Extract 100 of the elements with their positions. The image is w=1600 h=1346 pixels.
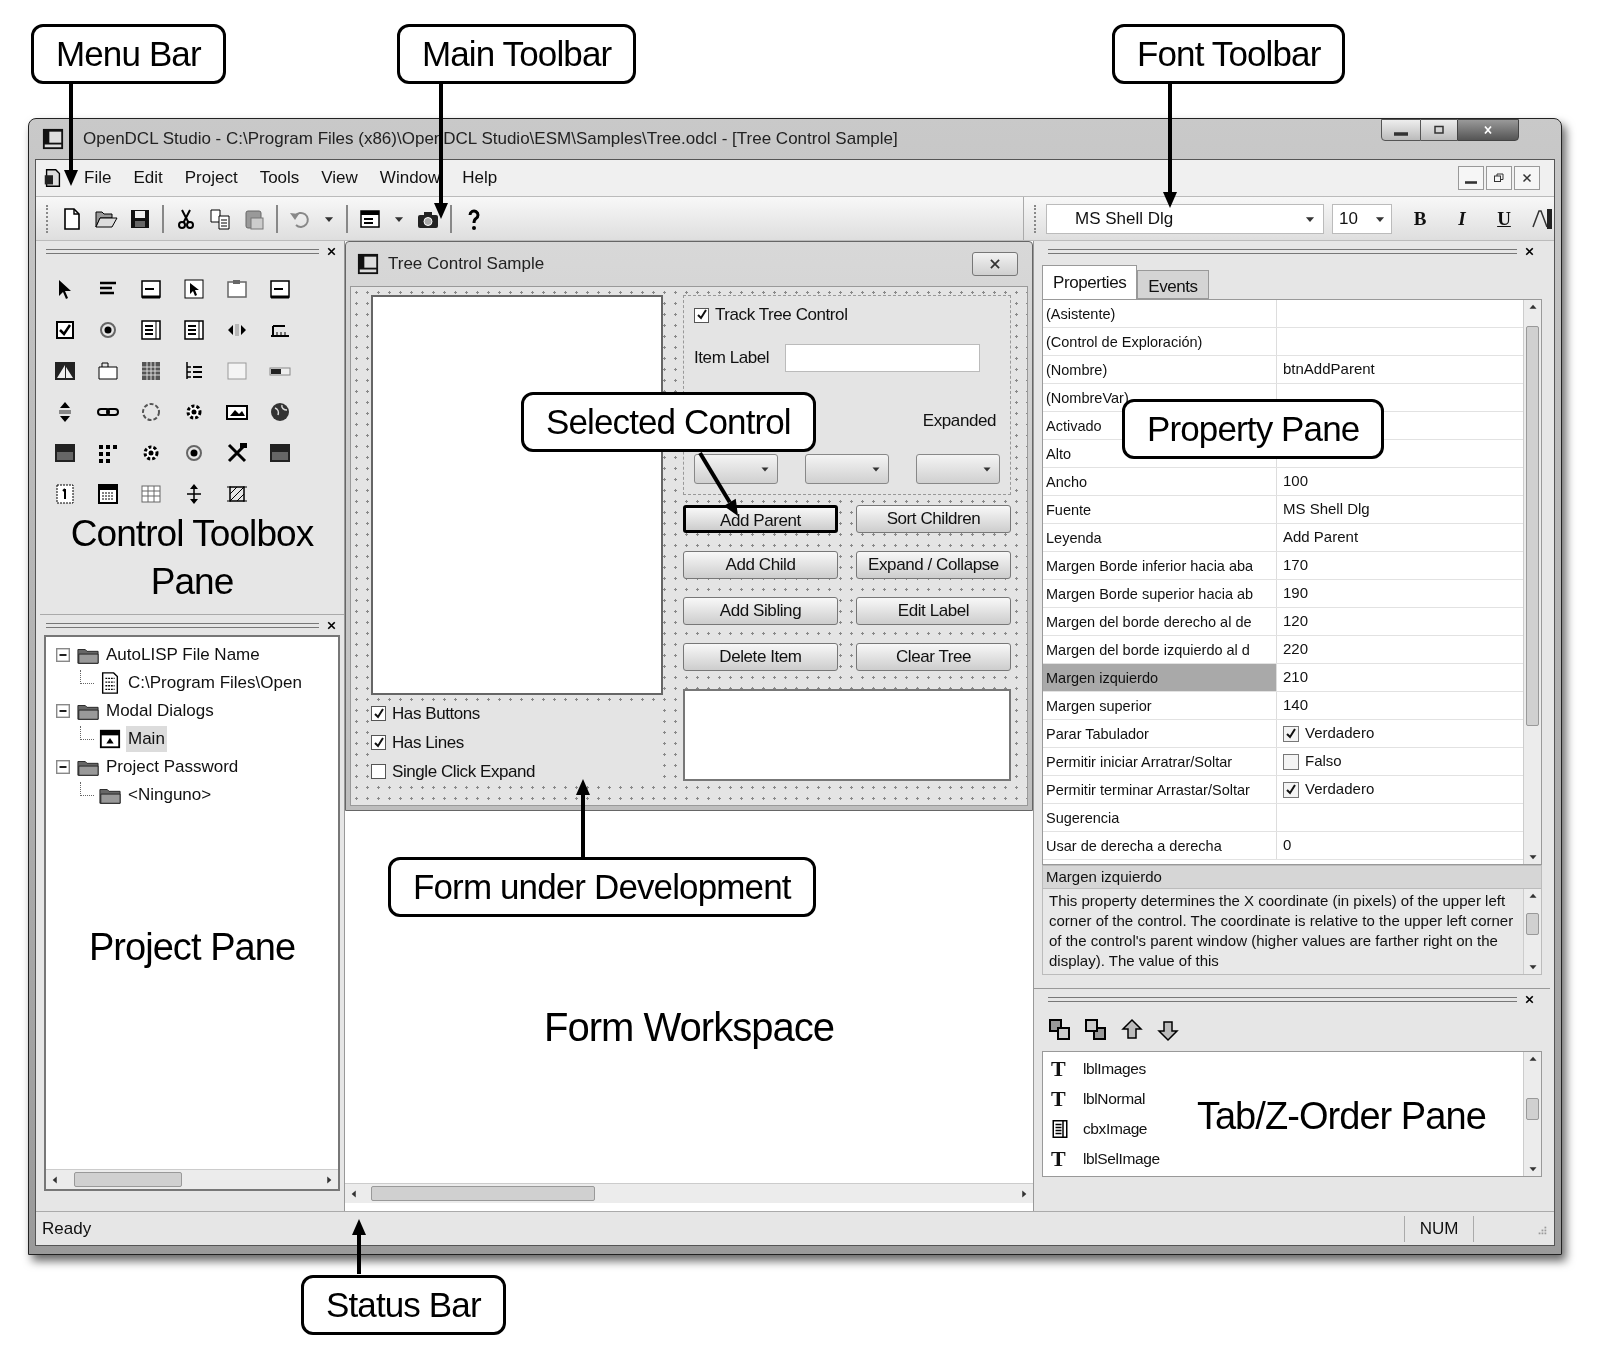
scroll-thumb[interactable] bbox=[1526, 913, 1539, 935]
dialog-button[interactable]: Sort Children bbox=[856, 505, 1011, 533]
checkbox[interactable] bbox=[371, 706, 386, 721]
dialog-button[interactable]: Add Sibling bbox=[683, 597, 838, 625]
property-value: 120 bbox=[1283, 611, 1309, 632]
property-name[interactable]: Margen superior bbox=[1046, 695, 1152, 716]
menu-item[interactable]: File bbox=[84, 165, 112, 191]
menu-item[interactable]: Edit bbox=[133, 165, 163, 191]
send-backward-icon[interactable] bbox=[1084, 1018, 1108, 1042]
size-dropdown[interactable]: 10 bbox=[1332, 203, 1392, 234]
restore-icon bbox=[1432, 124, 1446, 136]
dialog-button[interactable]: Expand / Collapse bbox=[856, 551, 1011, 579]
collapse-icon[interactable] bbox=[56, 648, 70, 662]
property-value: btnAddParent bbox=[1283, 359, 1375, 380]
order-item[interactable]: lblSelImage bbox=[1083, 1147, 1160, 1171]
image-icon[interactable] bbox=[52, 359, 78, 383]
property-name[interactable]: Margen del borde izquierdo al d bbox=[1046, 639, 1250, 660]
vertical-scrollbar[interactable] bbox=[1523, 300, 1541, 864]
property-name[interactable]: Leyenda bbox=[1046, 527, 1102, 548]
menu-item[interactable]: Help bbox=[462, 165, 498, 191]
menu-item[interactable]: Project bbox=[184, 165, 238, 191]
order-item[interactable]: lblImages bbox=[1083, 1057, 1146, 1081]
bold-button[interactable]: B bbox=[1406, 204, 1434, 233]
vertical-scrollbar[interactable] bbox=[1523, 889, 1541, 974]
tree-item[interactable]: Modal Dialogs bbox=[104, 698, 216, 724]
vertical-scrollbar[interactable] bbox=[1523, 1052, 1541, 1176]
checkbox[interactable] bbox=[1283, 725, 1299, 742]
tree-item[interactable]: C:\Program Files\Open bbox=[126, 670, 304, 696]
order-item[interactable]: lblNormal bbox=[1083, 1087, 1145, 1111]
table-icon[interactable] bbox=[138, 482, 164, 506]
property-name[interactable]: (Nombre) bbox=[1046, 359, 1108, 380]
textbox-icon[interactable] bbox=[138, 277, 164, 301]
property-name[interactable]: Permitir terminar Arrastar/Soltar bbox=[1046, 779, 1250, 800]
list-icon[interactable] bbox=[181, 318, 207, 342]
bring-forward-icon[interactable] bbox=[1048, 1018, 1072, 1042]
restore-button[interactable] bbox=[1421, 119, 1457, 141]
tree-item[interactable]: <Ninguno> bbox=[126, 782, 214, 808]
horizontal-scrollbar[interactable] bbox=[345, 1183, 1033, 1203]
tab[interactable]: Events bbox=[1137, 270, 1209, 299]
restore-button[interactable] bbox=[1486, 166, 1512, 190]
dialog-button[interactable]: Add Child bbox=[683, 551, 838, 579]
property-name[interactable]: Margen del borde derecho al de bbox=[1046, 611, 1252, 632]
checkbox[interactable] bbox=[371, 764, 386, 779]
property-name[interactable]: Parar Tabulador bbox=[1046, 723, 1149, 744]
scroll-thumb[interactable] bbox=[74, 1172, 182, 1187]
property-name[interactable]: Margen Borde inferior hacia aba bbox=[1046, 555, 1254, 576]
calendar-icon[interactable] bbox=[95, 482, 121, 506]
property-name[interactable]: (Control de Exploración) bbox=[1046, 331, 1203, 352]
menu-item[interactable]: Window bbox=[379, 165, 441, 191]
collapse-icon[interactable] bbox=[56, 704, 70, 718]
dialog-button[interactable]: Add Parent bbox=[683, 505, 838, 533]
input-field[interactable] bbox=[785, 344, 981, 372]
tab-icon[interactable] bbox=[95, 359, 121, 383]
dropdown[interactable] bbox=[694, 453, 778, 484]
minimize-button[interactable] bbox=[1381, 119, 1421, 141]
property-name[interactable]: (Asistente) bbox=[1046, 303, 1116, 324]
textbox-icon[interactable] bbox=[267, 277, 293, 301]
text-area[interactable] bbox=[683, 689, 1011, 781]
collapse-icon[interactable] bbox=[56, 760, 70, 774]
scroll-thumb[interactable] bbox=[1526, 326, 1539, 726]
font-color-icon[interactable] bbox=[1530, 206, 1554, 231]
property-name[interactable]: Activado bbox=[1046, 415, 1102, 436]
copy-icon[interactable] bbox=[208, 206, 232, 231]
panel-icon[interactable] bbox=[267, 441, 293, 465]
horizontal-scrollbar[interactable] bbox=[46, 1169, 338, 1189]
tab[interactable]: Properties bbox=[1042, 265, 1138, 299]
dialog-button[interactable]: Delete Item bbox=[683, 643, 838, 671]
property-name[interactable]: Usar de derecha a derecha bbox=[1046, 835, 1222, 856]
menu-item[interactable]: View bbox=[321, 165, 358, 191]
scroll-thumb[interactable] bbox=[371, 1186, 595, 1201]
order-item[interactable]: cbxImage bbox=[1083, 1117, 1148, 1141]
dialog-button[interactable]: Clear Tree bbox=[856, 643, 1011, 671]
checkbox[interactable] bbox=[1283, 781, 1299, 798]
scroll-thumb[interactable] bbox=[1526, 1098, 1539, 1120]
cursor-box-icon[interactable] bbox=[181, 277, 207, 301]
checkbox[interactable] bbox=[694, 307, 709, 323]
close-button[interactable] bbox=[972, 252, 1018, 276]
property-name[interactable]: Permitir iniciar Arratrar/Soltar bbox=[1046, 751, 1233, 772]
property-name[interactable]: Fuente bbox=[1046, 499, 1092, 520]
menu-item[interactable]: Tools bbox=[259, 165, 300, 191]
list-icon[interactable] bbox=[138, 318, 164, 342]
checkbox[interactable] bbox=[371, 735, 386, 750]
property-name[interactable]: Margen Borde superior hacia ab bbox=[1046, 583, 1254, 604]
font-dropdown[interactable]: MS Shell Dlg bbox=[1046, 203, 1324, 234]
property-name[interactable]: Sugerencia bbox=[1046, 807, 1120, 828]
dialog-button[interactable]: Edit Label bbox=[856, 597, 1011, 625]
panel-icon[interactable] bbox=[52, 441, 78, 465]
arrow-up-icon[interactable] bbox=[1120, 1018, 1144, 1042]
close-button[interactable] bbox=[1457, 119, 1519, 141]
checkbox[interactable] bbox=[1283, 753, 1299, 770]
tree-item[interactable]: Main bbox=[126, 726, 167, 752]
italic-button[interactable]: I bbox=[1448, 204, 1476, 233]
frame-icon[interactable] bbox=[224, 277, 250, 301]
arrow-down-icon[interactable] bbox=[1156, 1018, 1180, 1042]
property-name[interactable]: Alto bbox=[1046, 443, 1071, 464]
tree-item[interactable]: AutoLISP File Name bbox=[104, 642, 262, 668]
underline-button[interactable]: U bbox=[1490, 204, 1518, 233]
property-name[interactable]: Ancho bbox=[1046, 471, 1088, 492]
minimize-button[interactable] bbox=[1458, 166, 1484, 190]
tree-item[interactable]: Project Password bbox=[104, 754, 241, 780]
